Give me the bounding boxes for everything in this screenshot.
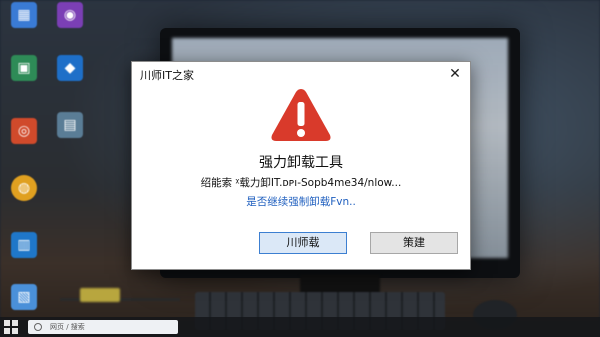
close-button[interactable]: ✕ <box>446 65 464 83</box>
confirm-button[interactable]: 川师载 <box>259 232 347 254</box>
app-icon: ◎ <box>11 118 37 144</box>
taskbar-search-box[interactable]: 网页 / 搜索 <box>28 320 178 334</box>
desktop-icon[interactable]: ◍ <box>2 175 46 201</box>
desktop-icon[interactable]: ▤ <box>48 112 92 138</box>
dialog-prompt: 是否继续强制卸载Fvn.. <box>246 196 356 208</box>
app-icon: ◉ <box>57 2 83 28</box>
windows-start-icon[interactable] <box>4 320 18 334</box>
cancel-button[interactable]: 策建 <box>370 232 458 254</box>
desktop-icon[interactable]: ▦ <box>2 2 46 28</box>
desktop-icon[interactable]: ▥ <box>2 232 46 258</box>
desktop-icon[interactable]: ◉ <box>48 2 92 28</box>
dialog-heading: 强力卸载工具 <box>259 155 343 171</box>
desktop-icons: ▦ ◉ ▣ ◆ ◎ ▤ ◍ ▥ ▧ <box>0 0 95 310</box>
app-icon: ▧ <box>11 284 37 310</box>
chrome-icon: ◍ <box>11 175 37 201</box>
search-icon <box>34 323 42 331</box>
app-icon: ▦ <box>11 2 37 28</box>
desktop-icon[interactable]: ◎ <box>2 118 46 144</box>
dialog-title: 川师IT之家 <box>140 69 194 82</box>
warning-icon <box>271 89 331 141</box>
dialog-message: 绍能索 ᵡ载力卸IT.ᴅᴩı-Sopb4me34/nlow... <box>200 177 402 189</box>
desktop-icon[interactable]: ◆ <box>48 55 92 81</box>
app-icon: ▣ <box>11 55 37 81</box>
app-icon: ▥ <box>11 232 37 258</box>
taskbar: 网页 / 搜索 <box>0 317 600 337</box>
taskbar-search-text: 网页 / 搜索 <box>50 323 85 331</box>
close-icon: ✕ <box>449 66 461 82</box>
desktop-icon[interactable]: ▣ <box>2 55 46 81</box>
desktop-icon[interactable]: ▧ <box>2 284 46 310</box>
app-icon: ▤ <box>57 112 83 138</box>
uninstall-dialog: 川师IT之家 ✕ 强力卸载工具 绍能索 ᵡ载力卸IT.ᴅᴩı-Sopb4me34… <box>131 61 471 270</box>
app-icon: ◆ <box>57 55 83 81</box>
